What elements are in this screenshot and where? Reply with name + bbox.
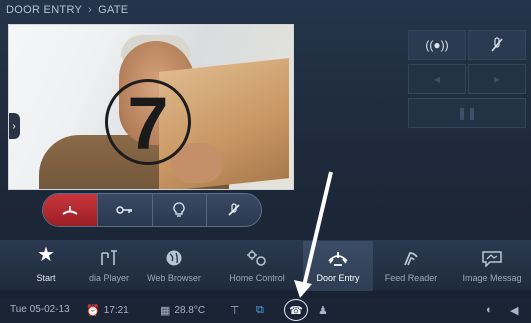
door-entry-screen: DOOR ENTRY › GATE › 7 ((●)) ◂ ▸ ❚❚ ★ Sta… <box>0 0 531 323</box>
callout-number: 7 <box>127 82 169 165</box>
status-bar: Tue 05-02-13 ⏰ 17:21 ▦ 28.8°C ⊤ ⧉ ☎ ♟ ◐ … <box>0 298 531 323</box>
status-temperature-text: 28.8°C <box>174 305 206 316</box>
status-time: ⏰ 17:21 <box>86 304 129 317</box>
status-temperature: ▦ 28.8°C <box>160 304 205 317</box>
pause-button[interactable]: ❚❚ <box>408 98 526 128</box>
lightbulb-icon <box>173 202 185 217</box>
status-date: Tue 05-02-13 <box>10 304 70 315</box>
door-status-icon[interactable]: ⧉ <box>256 304 264 317</box>
app-feed-reader[interactable]: Feed Reader <box>380 241 442 291</box>
app-label: dia Player <box>88 273 130 283</box>
app-image-message[interactable]: Image Messag <box>456 241 528 291</box>
callout-circle: 7 <box>105 79 191 165</box>
alarm-clock-icon: ⏰ <box>86 305 100 317</box>
app-door-entry[interactable]: Door Entry <box>303 241 373 291</box>
incoming-call-icon[interactable]: ☎ <box>284 299 308 321</box>
chevron-right-icon[interactable]: › <box>9 113 20 139</box>
app-label: Start <box>36 273 56 283</box>
door-entry-icon <box>327 241 349 267</box>
breadcrumb: DOOR ENTRY › GATE <box>6 4 128 20</box>
breadcrumb-section[interactable]: DOOR ENTRY <box>6 4 82 20</box>
arrow-right-icon: ▸ <box>493 72 501 86</box>
volume-down-button[interactable]: ◂ <box>408 64 466 94</box>
siren-icon: ((●)) <box>425 38 449 52</box>
app-label: Web Browser <box>147 273 201 283</box>
camera-video-feed: › 7 <box>8 24 294 190</box>
image-message-icon <box>481 241 503 267</box>
key-button[interactable] <box>96 194 152 226</box>
star-icon: ★ <box>37 244 55 266</box>
mic-off-icon <box>491 37 503 52</box>
home-control-icon <box>246 241 268 267</box>
app-home-control[interactable]: Home Control <box>222 241 292 291</box>
app-label: Door Entry <box>316 273 360 283</box>
status-date-text: Tue 05-02-13 <box>10 304 70 315</box>
status-time-text: 17:21 <box>103 305 129 316</box>
media-player-icon <box>99 241 119 267</box>
breadcrumb-current: GATE <box>98 4 129 16</box>
call-controls <box>42 193 262 227</box>
feed-icon <box>402 241 420 267</box>
mic-off-button[interactable] <box>468 30 526 60</box>
app-media-player[interactable]: dia Player <box>80 241 138 291</box>
key-icon <box>115 206 132 214</box>
app-start[interactable]: ★ Start <box>18 241 74 291</box>
speaker-icon[interactable]: ◀ <box>510 304 518 317</box>
phone-hangup-icon <box>62 206 78 215</box>
app-label: Home Control <box>229 273 285 283</box>
app-label: Feed Reader <box>384 273 438 283</box>
moon-icon[interactable]: ◐ <box>486 304 493 316</box>
app-label: Image Messag <box>462 273 522 283</box>
hang-up-button[interactable] <box>43 194 97 226</box>
app-web-browser[interactable]: Web Browser <box>144 241 204 291</box>
volume-up-button[interactable]: ▸ <box>468 64 526 94</box>
alarm-button[interactable]: ((●)) <box>408 30 466 60</box>
globe-icon <box>165 241 183 267</box>
mute-button[interactable] <box>206 194 261 226</box>
pin-icon[interactable]: ⊤ <box>230 304 240 317</box>
pause-icon: ❚❚ <box>456 106 478 120</box>
mic-off-icon <box>228 203 240 216</box>
breadcrumb-separator: › <box>88 4 93 16</box>
light-button[interactable] <box>151 194 207 226</box>
arrow-left-icon: ◂ <box>433 72 441 86</box>
user-icon[interactable]: ♟ <box>318 304 328 317</box>
thermometer-icon: ▦ <box>160 305 171 317</box>
app-bar: ★ Start dia Player Web Browser Home Cont… <box>0 240 531 291</box>
